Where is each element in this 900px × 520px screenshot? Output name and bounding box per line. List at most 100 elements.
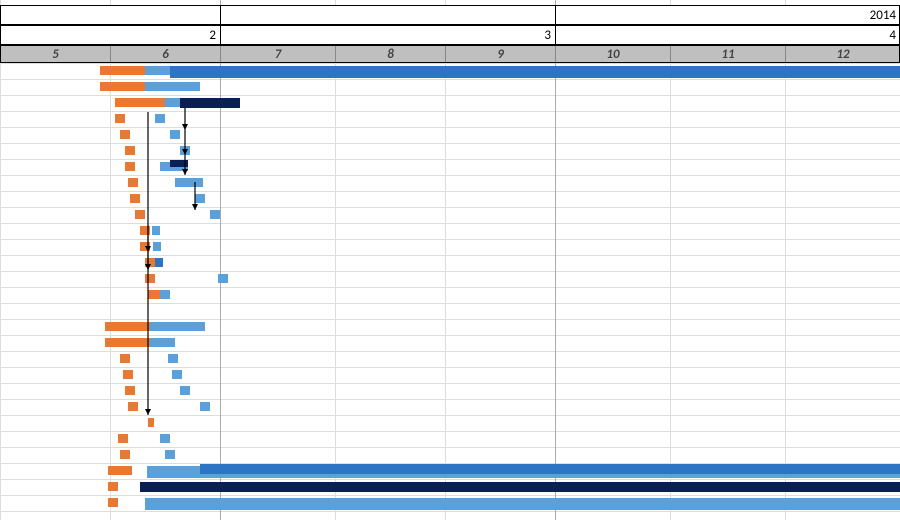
grid-hline	[0, 335, 900, 336]
gantt-bar[interactable]	[108, 498, 118, 507]
gantt-bar[interactable]	[180, 146, 190, 155]
grid-hline	[0, 191, 900, 192]
year-cell: 2014	[556, 6, 900, 24]
gantt-bar[interactable]	[195, 194, 205, 203]
grid-hline	[0, 79, 900, 80]
gantt-bar[interactable]	[155, 114, 165, 123]
gantt-bar[interactable]	[180, 386, 190, 395]
gantt-bar[interactable]	[160, 290, 170, 299]
gantt-bar[interactable]	[120, 354, 130, 363]
grid-hline	[0, 127, 900, 128]
gantt-bar[interactable]	[170, 160, 188, 167]
gantt-bar[interactable]	[115, 98, 165, 107]
gantt-bar[interactable]	[200, 464, 900, 474]
gantt-bar[interactable]	[165, 98, 180, 107]
quarter-label: 3	[544, 28, 551, 43]
gantt-bar[interactable]	[118, 434, 128, 443]
grid-hline	[0, 143, 900, 144]
gantt-bar[interactable]	[170, 130, 180, 139]
grid-vline	[670, 0, 671, 520]
grid-hline	[0, 223, 900, 224]
quarter-cell: 4	[556, 26, 900, 44]
gantt-bar[interactable]	[130, 194, 140, 203]
gantt-bar[interactable]	[125, 386, 135, 395]
month-header-cell[interactable]: 10	[556, 46, 671, 62]
gantt-chart-viewport: 2014 2 3 4 56789101112	[0, 0, 900, 520]
month-header-cell[interactable]: 11	[671, 46, 786, 62]
year-cell	[1, 6, 221, 24]
grid-hline	[0, 495, 900, 496]
month-header-cell[interactable]: 6	[111, 46, 221, 62]
gantt-bar[interactable]	[150, 322, 205, 331]
grid-vline	[785, 0, 786, 520]
grid-hline	[0, 319, 900, 320]
grid-hline	[0, 351, 900, 352]
gantt-bar[interactable]	[128, 402, 138, 411]
gantt-bar[interactable]	[128, 178, 138, 187]
quarter-label: 4	[889, 28, 896, 43]
month-header-cell[interactable]: 5	[1, 46, 111, 62]
gantt-bar[interactable]	[140, 242, 150, 251]
month-header-cell[interactable]: 12	[786, 46, 900, 62]
grid-vline	[555, 0, 556, 520]
gantt-bar[interactable]	[125, 162, 135, 171]
gantt-bar[interactable]	[125, 146, 135, 155]
gantt-bar[interactable]	[145, 274, 155, 283]
gantt-bar[interactable]	[160, 434, 170, 443]
gantt-bar[interactable]	[145, 82, 200, 91]
gantt-bar[interactable]	[108, 466, 132, 475]
gantt-bar[interactable]	[148, 418, 154, 427]
gantt-bar[interactable]	[148, 290, 160, 299]
gantt-bar[interactable]	[210, 210, 220, 219]
month-header-row: 56789101112	[0, 45, 900, 63]
gantt-bar[interactable]	[150, 338, 175, 347]
gantt-bar[interactable]	[140, 226, 150, 235]
gantt-bar[interactable]	[145, 498, 900, 510]
gantt-bar[interactable]	[115, 114, 125, 123]
gantt-bar[interactable]	[218, 274, 228, 283]
grid-hline	[0, 479, 900, 480]
quarter-row: 2 3 4	[0, 25, 900, 45]
grid-hline	[0, 431, 900, 432]
gantt-bar[interactable]	[180, 98, 240, 108]
quarter-cell: 3	[221, 26, 556, 44]
gantt-bar[interactable]	[200, 402, 210, 411]
gantt-bar[interactable]	[170, 66, 900, 78]
gantt-bar[interactable]	[120, 130, 130, 139]
grid-hline	[0, 207, 900, 208]
gantt-bar[interactable]	[105, 338, 150, 347]
gantt-bar[interactable]	[123, 370, 133, 379]
gantt-bar[interactable]	[100, 82, 145, 91]
month-header-cell[interactable]: 7	[221, 46, 336, 62]
gantt-bar[interactable]	[165, 450, 175, 459]
quarter-label: 2	[209, 28, 216, 43]
grid-hline	[0, 399, 900, 400]
gantt-bar[interactable]	[108, 482, 118, 491]
month-header-cell[interactable]: 8	[336, 46, 446, 62]
grid-hline	[0, 255, 900, 256]
gantt-bar[interactable]	[175, 178, 203, 187]
grid-hline	[0, 63, 900, 64]
gantt-bar[interactable]	[172, 370, 182, 379]
gantt-bar[interactable]	[145, 258, 155, 267]
grid-hline	[0, 287, 900, 288]
dependency-arrows	[0, 0, 900, 520]
gantt-bar[interactable]	[168, 354, 178, 363]
gantt-bar[interactable]	[100, 66, 145, 75]
grid-vline	[220, 0, 221, 520]
gantt-bar[interactable]	[153, 242, 161, 251]
gantt-bar[interactable]	[155, 258, 163, 267]
grid-vline	[445, 0, 446, 520]
grid-hline	[0, 303, 900, 304]
gantt-bar[interactable]	[140, 482, 900, 492]
gantt-bar[interactable]	[120, 450, 130, 459]
gantt-bar[interactable]	[105, 322, 150, 331]
grid-vline	[0, 0, 1, 520]
gantt-bar[interactable]	[135, 210, 145, 219]
month-header-cell[interactable]: 9	[446, 46, 556, 62]
grid-hline	[0, 511, 900, 512]
grid-hline	[0, 447, 900, 448]
grid-vline	[110, 0, 111, 520]
gantt-bar[interactable]	[152, 226, 160, 235]
grid-hline	[0, 239, 900, 240]
